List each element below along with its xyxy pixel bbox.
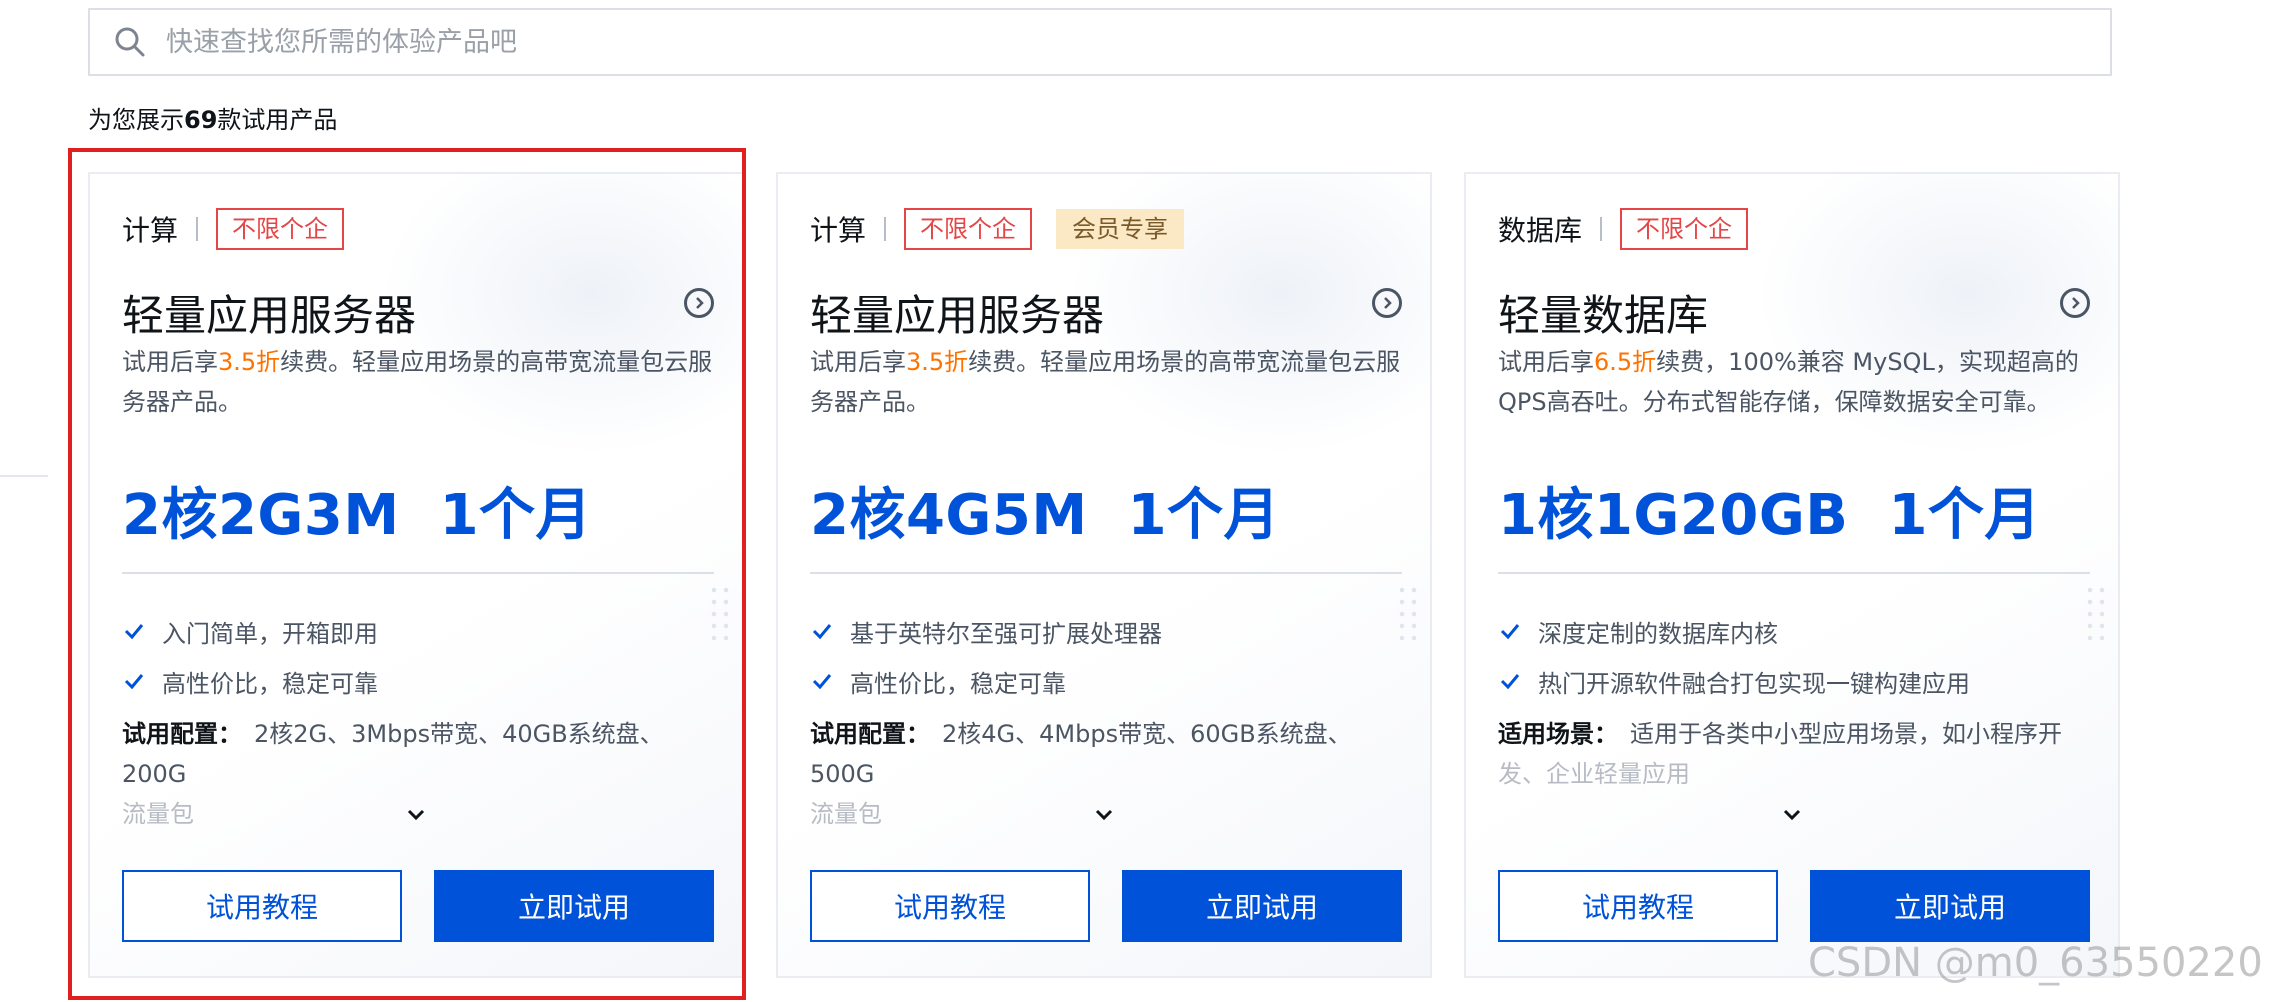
search-box[interactable]: [88, 8, 2112, 76]
spec-headline: 2核4G5M 1个月: [810, 483, 1281, 548]
chevron-right-icon[interactable]: [684, 288, 714, 318]
try-now-button[interactable]: 立即试用: [1810, 870, 2090, 942]
watermark: CSDN @m0_63550220: [1808, 940, 2263, 986]
count-suffix: 款试用产品: [217, 106, 338, 134]
config-text-faded: 发、企业轻量应用: [1498, 760, 1690, 788]
tag-badge: 不限个企: [1620, 208, 1749, 250]
chevron-down-icon[interactable]: [405, 804, 427, 826]
card-divider: [810, 572, 1402, 574]
expand-toggle[interactable]: [1466, 804, 2118, 826]
product-title[interactable]: 轻量应用服务器: [122, 282, 416, 343]
dots-decoration: [1396, 584, 1420, 644]
separator: [1600, 217, 1603, 241]
feature-list: 深度定制的数据库内核 热门开源软件融合打包实现一键构建应用: [1498, 606, 1970, 706]
product-title[interactable]: 轻量数据库: [1498, 282, 1708, 343]
product-description: 试用后享6.5折续费，100%兼容 MySQL，实现超高的QPS高吞吐。分布式智…: [1498, 342, 2098, 422]
card-divider: [1498, 572, 2090, 574]
trial-tutorial-button[interactable]: 试用教程: [810, 870, 1090, 942]
product-card: 计算 不限个企 轻量应用服务器 试用后享3.5折续费。轻量应用场景的高带宽流量包…: [88, 172, 744, 978]
chevron-down-icon[interactable]: [1781, 804, 1803, 826]
discount-highlight: 6.5折: [1594, 348, 1657, 376]
category-label: 数据库: [1498, 214, 1583, 247]
product-description: 试用后享3.5折续费。轻量应用场景的高带宽流量包云服务器产品。: [122, 342, 722, 422]
desc-prefix: 试用后享: [122, 348, 218, 376]
separator: [196, 217, 199, 241]
feature-item: 基于英特尔至强可扩展处理器: [810, 606, 1162, 656]
search-input[interactable]: [164, 11, 2110, 73]
category-label: 计算: [122, 214, 179, 247]
discount-highlight: 3.5折: [906, 348, 969, 376]
chevron-down-icon[interactable]: [1093, 804, 1115, 826]
card-divider: [122, 572, 714, 574]
trial-tutorial-button[interactable]: 试用教程: [1498, 870, 1778, 942]
card-tag-row: 计算 不限个企: [122, 208, 345, 250]
dots-decoration: [708, 584, 732, 644]
feature-text: 基于英特尔至强可扩展处理器: [850, 619, 1162, 648]
desc-prefix: 试用后享: [810, 348, 906, 376]
expand-toggle[interactable]: [90, 804, 742, 826]
try-now-button[interactable]: 立即试用: [1122, 870, 1402, 942]
result-count: 为您展示69款试用产品: [88, 100, 337, 135]
product-card: 数据库 不限个企 轻量数据库 试用后享6.5折续费，100%兼容 MySQL，实…: [1464, 172, 2120, 978]
feature-text: 入门简单，开箱即用: [162, 619, 378, 648]
spec-headline: 1核1G20GB 1个月: [1498, 483, 2041, 548]
category-label: 计算: [810, 214, 867, 247]
check-icon: [124, 624, 144, 640]
usage-scenario: 适用场景： 适用于各类中小型应用场景，如小程序开发、企业轻量应用: [1498, 714, 2102, 794]
feature-text: 高性价比，稳定可靠: [162, 669, 378, 698]
discount-highlight: 3.5折: [218, 348, 281, 376]
feature-item: 热门开源软件融合打包实现一键构建应用: [1498, 656, 1970, 706]
check-icon: [812, 624, 832, 640]
card-tag-row: 数据库 不限个企: [1498, 208, 1749, 250]
feature-text: 热门开源软件融合打包实现一键构建应用: [1538, 669, 1970, 698]
count-number: 69: [184, 106, 218, 134]
config-label: 试用配置：: [122, 720, 242, 748]
check-icon: [812, 674, 832, 690]
chevron-right-icon[interactable]: [1372, 288, 1402, 318]
feature-item: 高性价比，稳定可靠: [810, 656, 1162, 706]
tag-badge: 不限个企: [904, 208, 1033, 250]
feature-item: 高性价比，稳定可靠: [122, 656, 378, 706]
check-icon: [1500, 624, 1520, 640]
check-icon: [1500, 674, 1520, 690]
desc-prefix: 试用后享: [1498, 348, 1594, 376]
separator: [884, 217, 887, 241]
expand-toggle[interactable]: [778, 804, 1430, 826]
feature-list: 入门简单，开箱即用 高性价比，稳定可靠: [122, 606, 378, 706]
search-icon: [114, 26, 146, 58]
product-title[interactable]: 轻量应用服务器: [810, 282, 1104, 343]
product-card: 计算 不限个企 会员专享 轻量应用服务器 试用后享3.5折续费。轻量应用场景的高…: [776, 172, 1432, 978]
card-tag-row: 计算 不限个企 会员专享: [810, 208, 1185, 250]
product-description: 试用后享3.5折续费。轻量应用场景的高带宽流量包云服务器产品。: [810, 342, 1410, 422]
feature-item: 深度定制的数据库内核: [1498, 606, 1970, 656]
feature-list: 基于英特尔至强可扩展处理器 高性价比，稳定可靠: [810, 606, 1162, 706]
trial-tutorial-button[interactable]: 试用教程: [122, 870, 402, 942]
feature-item: 入门简单，开箱即用: [122, 606, 378, 656]
feature-text: 高性价比，稳定可靠: [850, 669, 1066, 698]
feature-text: 深度定制的数据库内核: [1538, 619, 1778, 648]
spec-headline: 2核2G3M 1个月: [122, 483, 593, 548]
member-tag-badge: 会员专享: [1056, 209, 1185, 249]
config-text: 适用于各类中小型应用场景，如小程序开: [1630, 720, 2062, 748]
tag-badge: 不限个企: [216, 208, 345, 250]
dots-decoration: [2084, 584, 2108, 644]
config-label: 适用场景：: [1498, 720, 1618, 748]
chevron-right-icon[interactable]: [2060, 288, 2090, 318]
count-prefix: 为您展示: [88, 106, 184, 134]
try-now-button[interactable]: 立即试用: [434, 870, 714, 942]
config-label: 试用配置：: [810, 720, 930, 748]
check-icon: [124, 674, 144, 690]
divider-line: [0, 475, 48, 477]
